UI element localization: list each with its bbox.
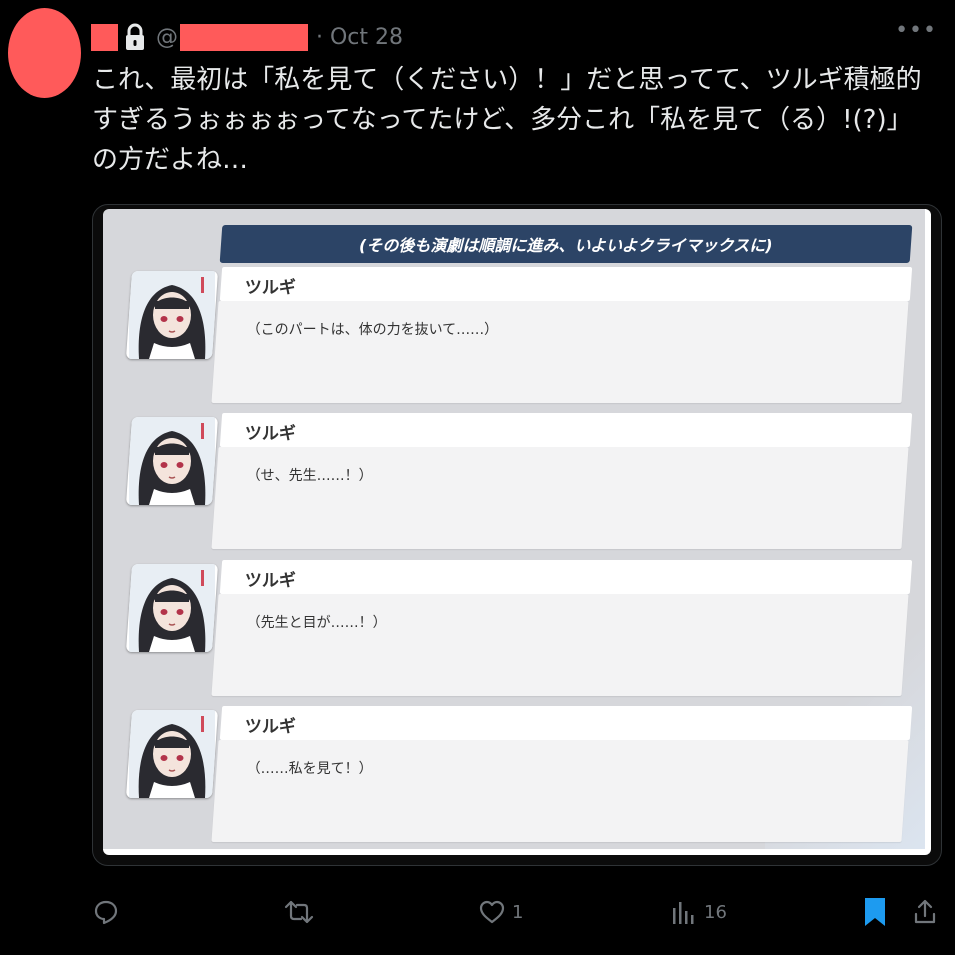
like-button[interactable]: 1: [478, 890, 523, 934]
dialogue-box: （せ、先生……！）: [211, 447, 909, 549]
share-button[interactable]: [912, 890, 938, 934]
narration-text: (その後も演劇は順調に進み、いよいよクライマックスに): [359, 236, 773, 255]
tweet-header: @ · Oct 28: [91, 20, 403, 54]
speaker-plate: ツルギ: [219, 267, 913, 301]
dialogue-row: ツルギ （先生と目が……！）: [103, 560, 925, 698]
analytics-icon: [673, 902, 694, 924]
narration-banner: (その後も演劇は順調に進み、いよいよクライマックスに): [219, 225, 913, 263]
handle-at-sign: @: [156, 24, 178, 50]
character-portrait: [125, 271, 219, 359]
speaker-plate: ツルギ: [219, 706, 913, 740]
handle-redacted[interactable]: [180, 23, 308, 51]
character-portrait: [125, 564, 219, 652]
game-screenshot: (その後も演劇は順調に進み、いよいよクライマックスに) ツルギ （このパートは、…: [103, 209, 931, 855]
speaker-plate: ツルギ: [219, 560, 913, 594]
action-bar: 1 16: [92, 890, 942, 934]
speaker-name: ツルギ: [244, 571, 296, 591]
tweet-date[interactable]: · Oct 28: [316, 25, 403, 50]
views-count: 16: [704, 901, 727, 923]
character-portrait: [125, 710, 219, 798]
avatar[interactable]: [8, 8, 81, 98]
display-name-redacted[interactable]: [91, 23, 118, 51]
character-portrait-art: [129, 710, 215, 798]
media-image[interactable]: (その後も演劇は順調に進み、いよいよクライマックスに) ツルギ （このパートは、…: [92, 204, 942, 866]
speaker-name: ツルギ: [244, 424, 296, 444]
speaker-plate: ツルギ: [219, 413, 913, 447]
dialogue-box: （このパートは、体の力を抜いて……）: [211, 301, 909, 403]
bookmark-icon: [865, 898, 885, 926]
views-button[interactable]: 16: [670, 890, 727, 934]
character-portrait: [125, 417, 219, 505]
dialogue-line: （このパートは、体の力を抜いて……）: [246, 322, 499, 338]
like-count: 1: [512, 901, 524, 923]
reply-button[interactable]: [92, 890, 120, 934]
speaker-name: ツルギ: [244, 278, 296, 298]
dialogue-row: ツルギ （……私を見て！）: [103, 706, 925, 844]
dialogue-line: （先生と目が……！）: [246, 615, 387, 631]
character-portrait-art: [129, 564, 215, 652]
dialogue-box: （……私を見て！）: [211, 740, 909, 842]
repost-button[interactable]: [284, 890, 314, 934]
dialogue-line: （……私を見て！）: [246, 761, 373, 777]
more-options-icon[interactable]: •••: [895, 18, 937, 43]
dialogue-line: （せ、先生……！）: [246, 468, 373, 484]
character-portrait-art: [129, 271, 215, 359]
reply-icon: [94, 900, 118, 925]
heart-icon: [479, 900, 505, 924]
repost-icon: [284, 900, 314, 924]
share-icon: [914, 899, 936, 924]
dialogue-row: ツルギ （せ、先生……！）: [103, 413, 925, 551]
lock-icon: [126, 23, 144, 50]
bookmark-button[interactable]: [862, 890, 888, 934]
tweet-text: これ、最初は「私を見て（ください）！」だと思ってて、ツルギ積極的すぎるうぉぉぉぉ…: [92, 65, 922, 175]
character-portrait-art: [129, 417, 215, 505]
dialogue-row: ツルギ （このパートは、体の力を抜いて……）: [103, 267, 925, 405]
dialogue-box: （先生と目が……！）: [211, 594, 909, 696]
speaker-name: ツルギ: [244, 717, 296, 737]
